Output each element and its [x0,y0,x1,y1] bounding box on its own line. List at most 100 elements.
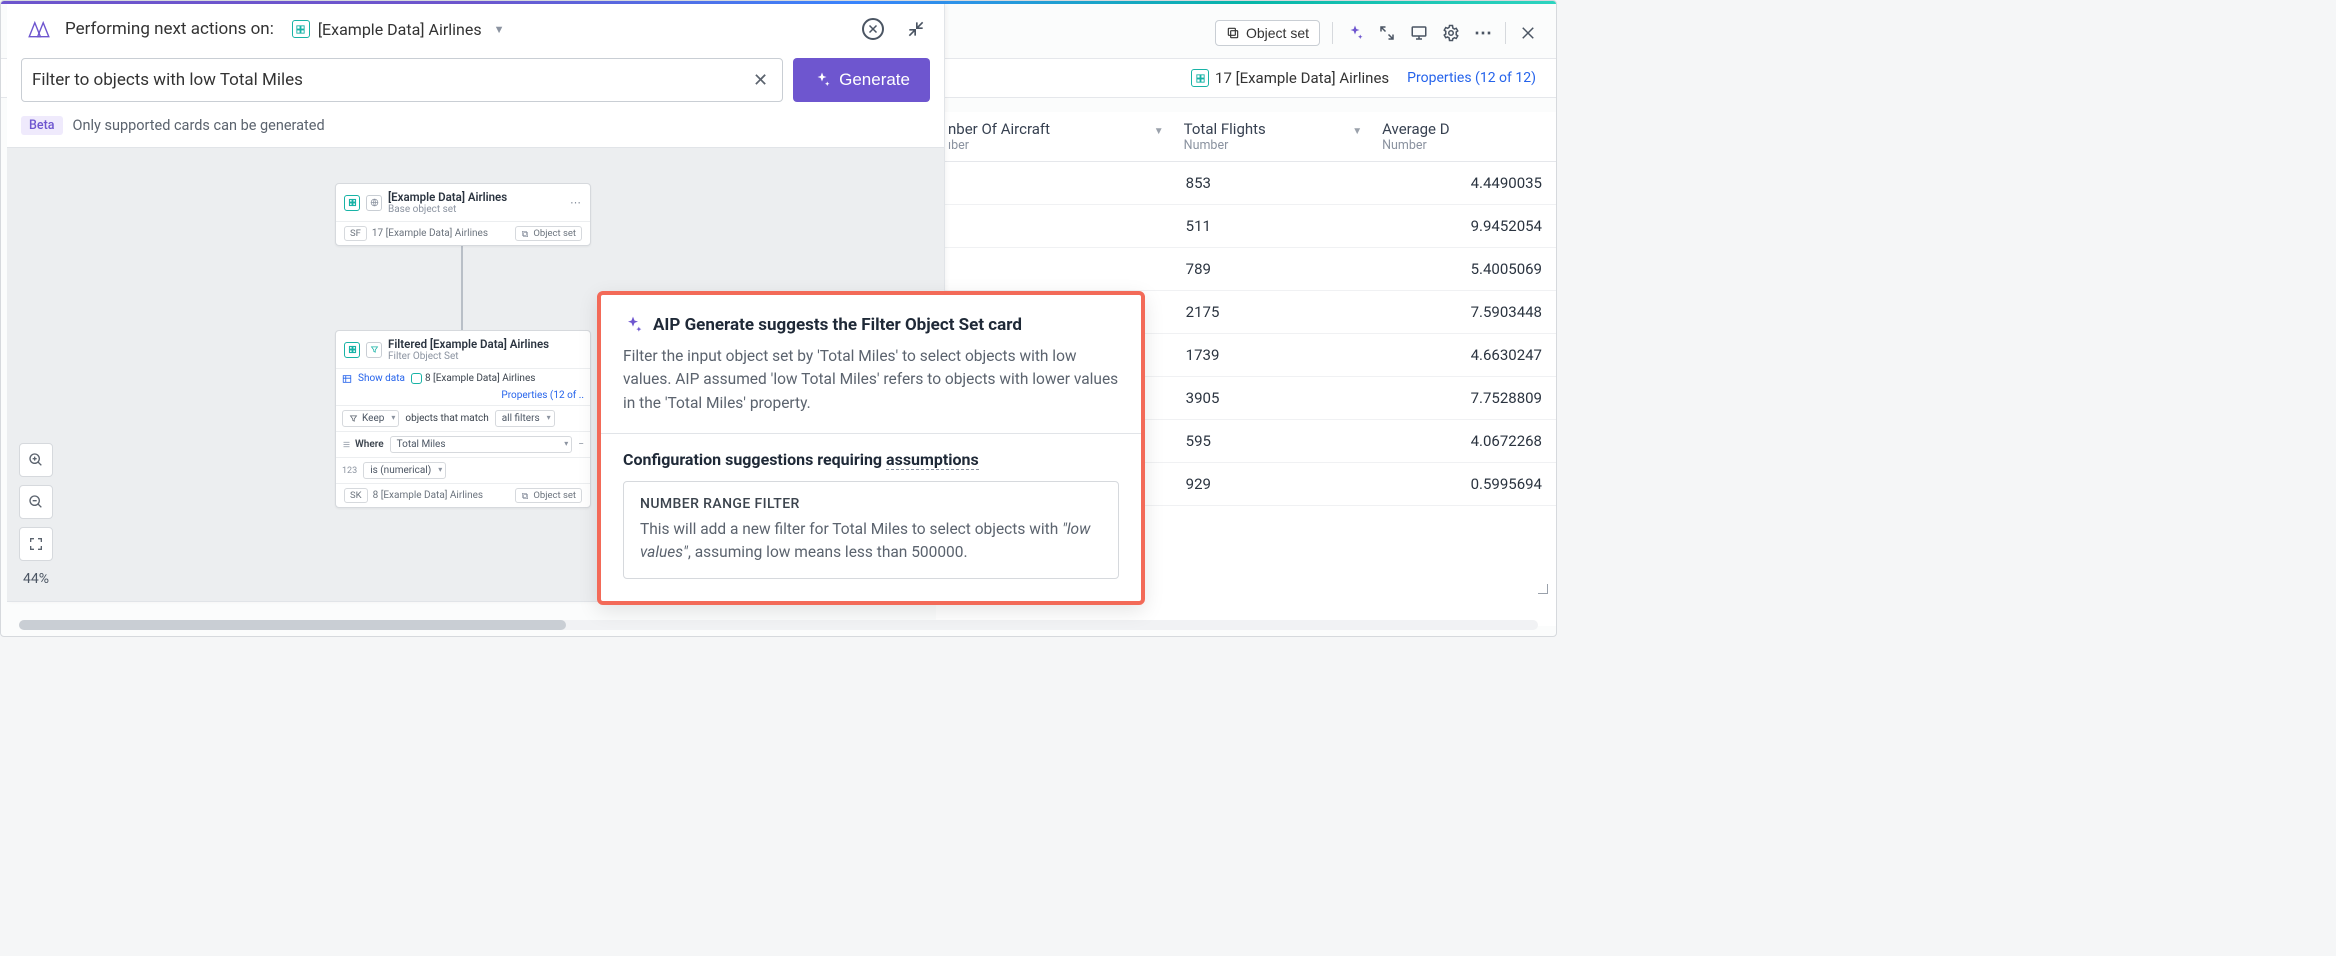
zoom-fit-button[interactable] [19,527,53,561]
remove-icon[interactable]: − [578,439,584,450]
chip-text: 8 [Example Data] Airlines [425,373,535,384]
node-title: [Example Data] Airlines [388,190,507,204]
node-footer-count: 8 [Example Data] Airlines [373,490,483,501]
assumption-card[interactable]: NUMBER RANGE FILTER This will add a new … [623,481,1119,580]
tag-label: Object set [533,490,576,501]
assumption-body: This will add a new filter for Total Mil… [640,518,1102,565]
column-type: Number [1184,138,1358,159]
cell-avg: 4.0672268 [1370,420,1556,463]
node-filter-object-set[interactable]: Filtered [Example Data] Airlines Filter … [335,330,591,508]
cell-avg: 0.5995694 [1370,463,1556,506]
show-data-link[interactable]: Show data [358,373,405,384]
divider [601,433,1141,434]
column-header-avg[interactable]: Average D Number [1370,112,1556,162]
properties-link[interactable]: Properties (12 of 12) [1407,70,1536,86]
properties-link[interactable]: Properties (12 of .. [501,390,584,401]
node-subtitle: Base object set [388,204,507,215]
dataset-label: [Example Data] Airlines [318,20,482,39]
where-label: Where [355,439,384,450]
aip-suggestion-popover: AIP Generate suggests the Filter Object … [597,291,1145,605]
modal-title: Performing next actions on: [65,19,274,39]
zoom-out-button[interactable] [19,485,53,519]
table-row[interactable]: 8534.4490035 [936,162,1556,205]
node-footer-count: 17 [Example Data] Airlines [372,228,488,239]
column-header-aircraft[interactable]: nber Of Aircraft ıber ▼ [936,112,1172,162]
filter-icon [366,342,382,358]
tag-label: Object set [533,228,576,239]
cell-flights: 1739 [1172,334,1370,377]
column-name: Average D [1382,120,1449,138]
beta-note: Only supported cards can be generated [73,117,325,134]
expand-icon[interactable] [1377,23,1397,43]
assumption-text: , assuming low means less than 500000. [688,543,968,561]
sf-tag: SF [344,226,367,241]
subhead-text: Configuration suggestions requiring [623,450,886,469]
dataset-selector[interactable]: [Example Data] Airlines ▼ [292,20,505,39]
table-row[interactable]: 7895.4005069 [936,248,1556,291]
clear-icon[interactable]: ✕ [749,70,772,91]
num-prefix: 123 [342,466,357,476]
dataset-icon [292,20,310,38]
close-circle-icon[interactable] [862,18,884,40]
generate-button[interactable]: Generate [793,58,930,102]
more-icon[interactable]: ⋯ [1473,23,1493,43]
cell-aircraft [936,162,1172,205]
zoom-in-button[interactable] [19,443,53,477]
cell-avg: 7.5903448 [1370,291,1556,334]
dataset-icon [411,373,422,384]
toolbar-separator [1332,22,1333,44]
column-type: ıber [948,138,1160,159]
cell-flights: 3905 [1172,377,1370,420]
cell-flights: 789 [1172,248,1370,291]
chevron-down-icon[interactable]: ▼ [1352,126,1362,137]
dataset-chip-label: 17 [Example Data] Airlines [1215,69,1389,87]
object-set-tag: Object set [515,226,582,241]
connector-line [461,244,463,330]
horizontal-scrollbar[interactable] [19,620,1538,630]
column-header-flights[interactable]: Total Flights Number ▼ [1172,112,1370,162]
object-set-button-label: Object set [1246,25,1309,41]
node-title: Filtered [Example Data] Airlines [388,337,549,351]
sk-tag: SK [344,488,368,503]
prompt-input[interactable]: Filter to objects with low Total Miles ✕ [21,58,783,102]
object-set-button[interactable]: Object set [1215,20,1320,46]
where-field-select[interactable]: Total Miles [390,436,573,453]
match-text: objects that match [405,413,488,424]
cell-flights: 2175 [1172,291,1370,334]
resize-handle-icon[interactable] [1538,584,1548,594]
popover-description: Filter the input object set by 'Total Mi… [623,345,1119,415]
toolbar-separator [1505,22,1506,44]
close-icon[interactable] [1518,23,1538,43]
keep-select[interactable]: Keep [342,410,399,427]
present-icon[interactable] [1409,23,1429,43]
popover-subheading: Configuration suggestions requiring assu… [623,450,1119,469]
copy-icon [1226,26,1240,40]
chevron-down-icon[interactable]: ▼ [1154,126,1164,137]
cell-aircraft [936,248,1172,291]
dataset-chip: 17 [Example Data] Airlines [1191,69,1389,87]
more-icon[interactable]: ⋯ [570,196,582,209]
cell-avg: 4.6630247 [1370,334,1556,377]
beta-badge: Beta [21,116,63,135]
collapse-icon[interactable] [906,19,926,39]
sparkle-icon[interactable] [1345,23,1365,43]
sparkle-icon [813,71,831,89]
copy-icon [521,230,529,238]
node-base-object-set[interactable]: [Example Data] Airlines Base object set … [335,183,591,246]
column-type: Number [1382,138,1544,159]
zoom-percent: 44% [23,571,49,587]
aip-logo-icon [25,18,53,40]
table-icon [342,374,352,384]
gear-icon[interactable] [1441,23,1461,43]
operator-select[interactable]: is (numerical) [363,462,446,479]
filter-icon [349,414,358,423]
cell-avg: 5.4005069 [1370,248,1556,291]
subhead-underlined: assumptions [886,450,979,470]
sparkle-icon [623,315,643,335]
scrollbar-thumb[interactable] [19,620,566,630]
column-name: Total Flights [1184,120,1266,138]
all-filters-select[interactable]: all filters [495,410,555,427]
assumption-text: This will add a new filter for Total Mil… [640,520,1062,538]
table-row[interactable]: 5119.9452054 [936,205,1556,248]
copy-icon [521,492,529,500]
